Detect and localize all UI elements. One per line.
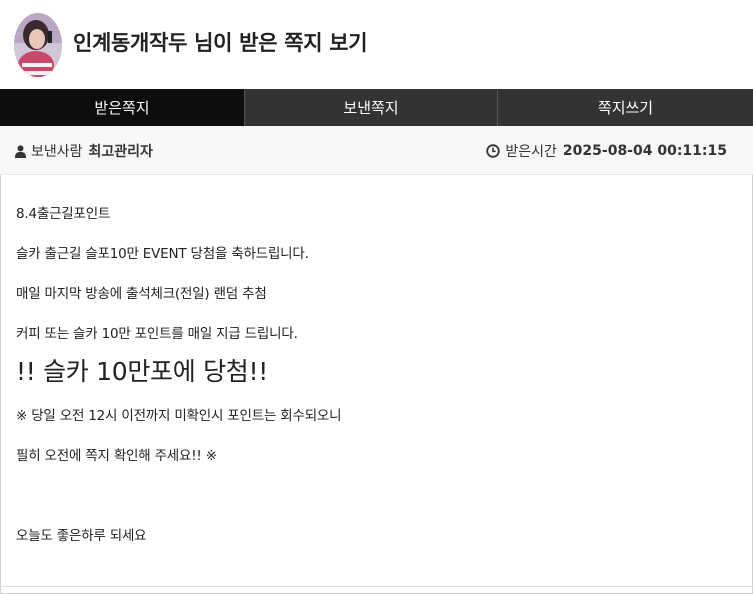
tab-sent[interactable]: 보낸쪽지 — [245, 89, 498, 126]
avatar — [14, 13, 62, 77]
message-meta-bar: 보낸사람 최고관리자 받은시간 2025-08-04 00:11:15 — [0, 126, 753, 175]
sender-info: 보낸사람 최고관리자 — [15, 141, 153, 161]
sender-name[interactable]: 최고관리자 — [89, 141, 153, 161]
received-time: 2025-08-04 00:11:15 — [562, 143, 727, 159]
message-line: 커피 또는 슬카 10만 포인트를 매일 지급 드립니다. — [16, 326, 298, 342]
message-line: 매일 마지막 방송에 출석체크(전일) 랜덤 추첨 — [16, 286, 267, 302]
message-tabs: 받은쪽지 보낸쪽지 쪽지쓰기 — [0, 89, 753, 126]
page-title: 인계동개작두 님이 받은 쪽지 보기 — [73, 31, 368, 55]
page-header: 인계동개작두 님이 받은 쪽지 보기 — [0, 0, 753, 89]
tab-write[interactable]: 쪽지쓰기 — [498, 89, 753, 126]
avatar-image — [14, 13, 62, 77]
received-time-info: 받은시간 2025-08-04 00:11:15 — [486, 141, 727, 161]
bottom-divider — [0, 586, 753, 587]
message-headline: !! 슬카 10만포에 당첨!! — [16, 357, 268, 386]
clock-icon — [486, 144, 501, 158]
message-line: ※ 당일 오전 12시 이전까지 미확인시 포인트는 회수되오니 — [16, 408, 342, 424]
message-line: 8.4출근길포인트 — [16, 206, 111, 222]
message-line: 필히 오전에 쪽지 확인해 주세요!! ※ — [16, 448, 217, 464]
tab-received[interactable]: 받은쪽지 — [0, 89, 245, 126]
message-line: 오늘도 좋은하루 되세요 — [16, 528, 147, 544]
sender-label: 보낸사람 — [31, 144, 83, 160]
received-label: 받은시간 — [505, 144, 557, 160]
user-icon — [15, 144, 26, 158]
message-line: 슬카 출근길 슬포10만 EVENT 당첨을 축하드립니다. — [16, 246, 309, 262]
